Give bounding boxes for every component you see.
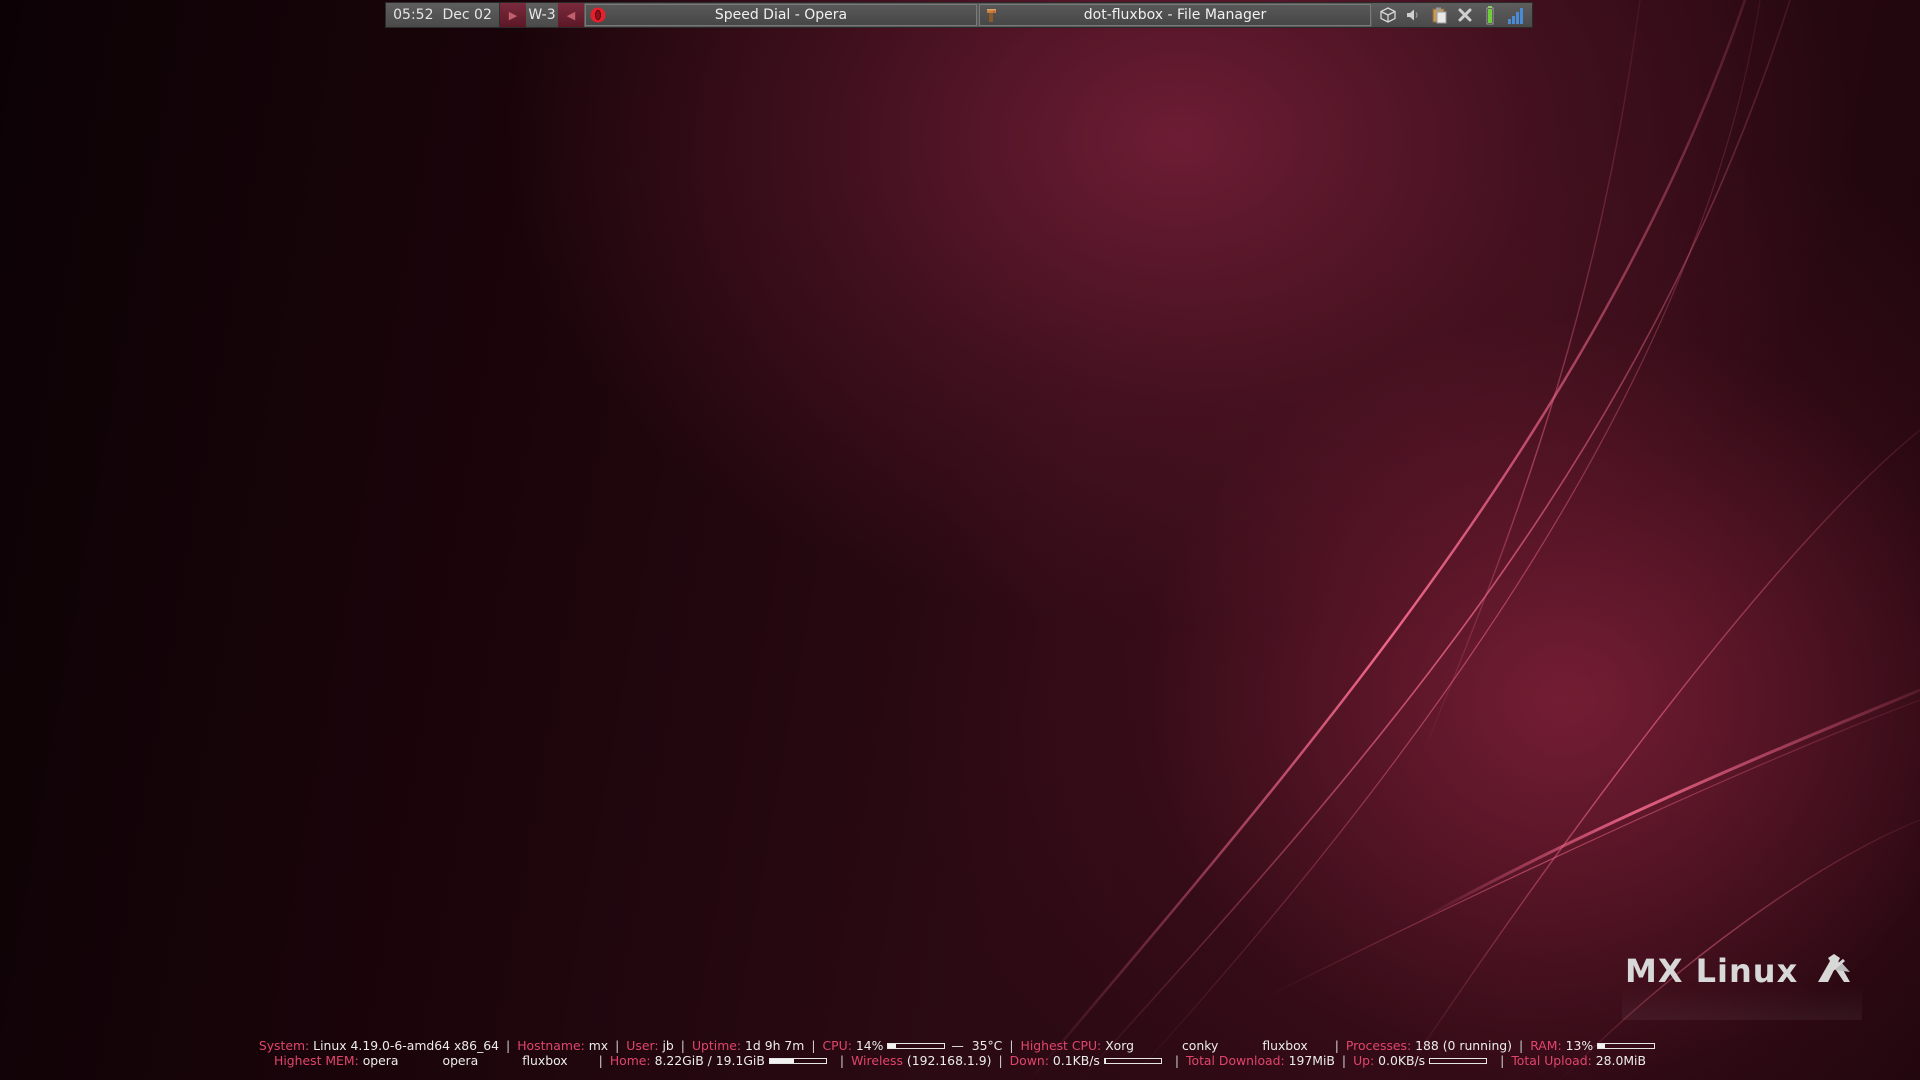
network-signal-icon[interactable] [1506, 5, 1526, 25]
highest-mem-1: opera [362, 1053, 399, 1068]
highest-cpu-2: conky [1182, 1038, 1219, 1053]
cpu-value: 14% [855, 1038, 884, 1053]
down-label: Down: [1009, 1053, 1049, 1068]
ram-label: RAM: [1530, 1038, 1562, 1053]
highest-cpu-3: fluxbox [1262, 1038, 1308, 1053]
highest-mem-2: opera [442, 1053, 479, 1068]
task-file-manager[interactable]: dot-fluxbox - File Manager [979, 4, 1371, 26]
highest-cpu-1: Xorg [1105, 1038, 1134, 1053]
ram-value: 13% [1565, 1038, 1594, 1053]
total-upload-value: 28.0MiB [1595, 1053, 1646, 1068]
hostname-value: mx [588, 1038, 609, 1053]
conky-line-2: Highest MEM: opera opera fluxbox | Home:… [0, 1053, 1920, 1068]
cpu-bar-fill [888, 1043, 897, 1048]
home-label: Home: [609, 1053, 651, 1068]
opera-icon [590, 7, 606, 23]
fluxbox-toolbar: 05:52 Dec 02 ▶ W-3 ◀ Speed Dial - Opera [385, 2, 1533, 28]
highest-cpu-label: Highest CPU: [1020, 1038, 1102, 1053]
system-label: System: [258, 1038, 310, 1053]
play-right-arrow-icon: ▶ [508, 8, 518, 22]
desktop[interactable]: 05:52 Dec 02 ▶ W-3 ◀ Speed Dial - Opera [0, 0, 1920, 1080]
home-bar [768, 1057, 827, 1064]
system-value: Linux 4.19.0-6-amd64 x86_64 [313, 1038, 500, 1053]
clock[interactable]: 05:52 Dec 02 [386, 3, 500, 27]
wallpaper-swooshes [1029, 0, 1920, 1080]
separator: | [598, 1053, 603, 1068]
separator: | [1341, 1053, 1347, 1068]
temp-prefix: — [951, 1038, 964, 1053]
hostname-label: Hostname: [517, 1038, 585, 1053]
wireless-value: (192.168.1.9) [906, 1053, 992, 1068]
separator: | [1009, 1038, 1014, 1053]
processes-value: 188 (0 running) [1415, 1038, 1513, 1053]
up-bar [1429, 1057, 1488, 1064]
user-value: jb [662, 1038, 674, 1053]
total-upload-label: Total Upload: [1511, 1053, 1592, 1068]
workspace-next-button[interactable]: ▶ [500, 3, 526, 27]
task-opera-label: Speed Dial - Opera [714, 7, 848, 23]
separator: | [1519, 1038, 1524, 1053]
highest-mem-3: fluxbox [522, 1053, 568, 1068]
uptime-value: 1d 9h 7m [745, 1038, 805, 1053]
system-tray [1372, 3, 1532, 27]
separator: | [811, 1038, 816, 1053]
task-file-manager-label: dot-fluxbox - File Manager [1083, 7, 1267, 23]
play-left-arrow-icon: ◀ [566, 8, 576, 22]
file-manager-icon [987, 9, 996, 22]
separator: | [680, 1038, 685, 1053]
separator: | [506, 1038, 511, 1053]
highest-mem-label: Highest MEM: [274, 1053, 359, 1068]
conky-line-1: System: Linux 4.19.0-6-amd64 x86_64 | Ho… [0, 1038, 1920, 1053]
separator: | [615, 1038, 620, 1053]
separator: | [1500, 1053, 1505, 1068]
separator: | [1334, 1038, 1339, 1053]
home-value: 8.22GiB / 19.1GiB [654, 1053, 765, 1068]
up-label: Up: [1353, 1053, 1375, 1068]
mx-linux-logo: MX Linux [1622, 952, 1862, 1020]
down-bar [1103, 1057, 1162, 1064]
processes-label: Processes: [1345, 1038, 1412, 1053]
home-bar-fill [769, 1058, 794, 1063]
separator: | [839, 1053, 845, 1068]
clock-time: 05:52 [393, 7, 434, 23]
total-download-label: Total Download: [1186, 1053, 1285, 1068]
separator: | [1174, 1053, 1180, 1068]
mx-logo-text: MX Linux [1625, 952, 1798, 990]
cpu-label: CPU: [822, 1038, 852, 1053]
total-download-value: 197MiB [1288, 1053, 1335, 1068]
clipboard-icon[interactable] [1429, 5, 1449, 25]
volume-icon[interactable] [1403, 5, 1423, 25]
down-value: 0.1KB/s [1052, 1053, 1100, 1068]
wireless-label: Wireless [851, 1053, 903, 1068]
separator: | [998, 1053, 1003, 1068]
ram-bar-fill [1598, 1043, 1606, 1048]
ram-bar [1597, 1042, 1656, 1049]
temp-value: 35°C [971, 1038, 1003, 1053]
package-box-icon[interactable] [1378, 5, 1398, 25]
workspace-prev-button[interactable]: ◀ [558, 3, 584, 27]
up-value: 0.0KB/s [1378, 1053, 1426, 1068]
cpu-bar [887, 1042, 946, 1049]
uptime-label: Uptime: [691, 1038, 742, 1053]
down-bar-fill [1104, 1058, 1106, 1063]
task-opera[interactable]: Speed Dial - Opera [585, 4, 977, 26]
user-label: User: [626, 1038, 659, 1053]
battery-icon[interactable] [1480, 5, 1500, 25]
conky-stats: System: Linux 4.19.0-6-amd64 x86_64 | Ho… [0, 1038, 1920, 1068]
workspace-name[interactable]: W-3 [526, 3, 558, 27]
clock-date: Dec 02 [442, 7, 492, 23]
close-x-icon[interactable] [1455, 5, 1475, 25]
